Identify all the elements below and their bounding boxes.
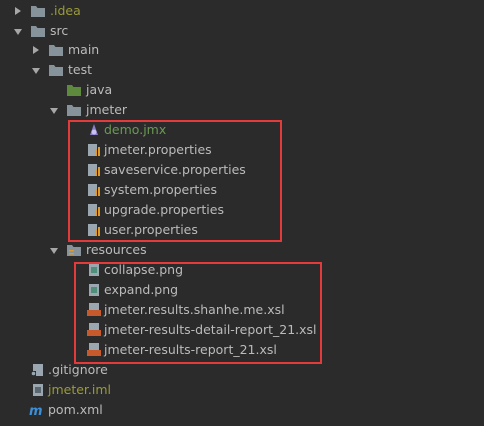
tree-node-jmeter[interactable]: jmeter: [0, 100, 484, 120]
file-jmeter-properties[interactable]: jmeter.properties: [0, 140, 484, 160]
svg-text:m: m: [29, 404, 43, 417]
chevron-down-icon[interactable]: [50, 108, 58, 114]
chevron-down-icon[interactable]: [14, 29, 22, 35]
file-label: jmeter.iml: [48, 382, 112, 397]
file-label: user.properties: [104, 222, 198, 237]
file-expand-png[interactable]: expand.png: [0, 280, 484, 300]
folder-icon: [49, 45, 63, 56]
folder-icon: [31, 6, 45, 17]
file-system-properties[interactable]: system.properties: [0, 180, 484, 200]
project-tree: .idea src main test java jmeter demo.jmx: [0, 0, 484, 426]
xsl-file-icon: [87, 323, 101, 336]
file-label: saveservice.properties: [104, 162, 246, 177]
file-label: jmeter.properties: [104, 142, 212, 157]
tree-node-java[interactable]: java: [0, 80, 484, 100]
file-demo-jmx[interactable]: demo.jmx: [0, 120, 484, 140]
tree-node-label: java: [86, 82, 113, 97]
resources-folder-icon: [67, 245, 81, 256]
xsl-file-icon: [87, 303, 101, 316]
file-gitignore[interactable]: .gitignore: [0, 360, 484, 380]
source-folder-icon: [67, 85, 81, 96]
tree-node-label: resources: [86, 242, 147, 257]
folder-icon: [67, 105, 81, 116]
gitignore-file-icon: [31, 364, 43, 376]
tree-node-main[interactable]: main: [0, 40, 484, 60]
file-label: upgrade.properties: [104, 202, 224, 217]
file-jmeter-results-detail-report-xsl[interactable]: jmeter-results-detail-report_21.xsl: [0, 320, 484, 340]
xsl-file-icon: [87, 343, 101, 356]
file-label: demo.jmx: [104, 122, 167, 137]
chevron-right-icon[interactable]: [33, 46, 39, 54]
image-file-icon: [89, 264, 99, 276]
tree-node-label: src: [50, 23, 69, 38]
tree-node-label: .idea: [50, 3, 81, 18]
properties-file-icon: [88, 204, 100, 216]
file-jmeter-results-shanhe-me-xsl[interactable]: jmeter.results.shanhe.me.xsl: [0, 300, 484, 320]
tree-node-resources[interactable]: resources: [0, 240, 484, 260]
properties-file-icon: [88, 184, 100, 196]
file-label: jmeter.results.shanhe.me.xsl: [104, 302, 285, 317]
chevron-down-icon[interactable]: [50, 248, 58, 254]
tree-node-idea[interactable]: .idea: [0, 1, 484, 21]
maven-file-icon: m: [29, 404, 43, 417]
jmx-file-icon: [90, 124, 98, 135]
file-label: jmeter-results-report_21.xsl: [104, 342, 277, 357]
tree-node-label: jmeter: [86, 102, 128, 117]
chevron-right-icon[interactable]: [15, 7, 21, 15]
folder-icon: [31, 26, 45, 37]
file-label: system.properties: [104, 182, 217, 197]
file-user-properties[interactable]: user.properties: [0, 220, 484, 240]
iml-file-icon: [33, 384, 43, 396]
tree-node-label: test: [68, 62, 93, 77]
file-label: jmeter-results-detail-report_21.xsl: [104, 322, 317, 337]
tree-node-src[interactable]: src: [0, 21, 484, 41]
file-label: expand.png: [104, 282, 179, 297]
file-label: collapse.png: [104, 262, 184, 277]
file-jmeter-iml[interactable]: jmeter.iml: [0, 380, 484, 400]
file-saveservice-properties[interactable]: saveservice.properties: [0, 160, 484, 180]
properties-file-icon: [88, 144, 100, 156]
tree-node-test[interactable]: test: [0, 60, 484, 80]
file-label: pom.xml: [48, 402, 103, 417]
tree-node-label: main: [68, 42, 100, 57]
properties-file-icon: [88, 224, 100, 236]
file-jmeter-results-report-xsl[interactable]: jmeter-results-report_21.xsl: [0, 340, 484, 360]
file-label: .gitignore: [48, 362, 108, 377]
chevron-down-icon[interactable]: [32, 68, 40, 74]
file-upgrade-properties[interactable]: upgrade.properties: [0, 200, 484, 220]
file-pom-xml[interactable]: m pom.xml: [0, 400, 484, 420]
properties-file-icon: [88, 164, 100, 176]
folder-icon: [49, 65, 63, 76]
image-file-icon: [89, 284, 99, 296]
file-collapse-png[interactable]: collapse.png: [0, 260, 484, 280]
